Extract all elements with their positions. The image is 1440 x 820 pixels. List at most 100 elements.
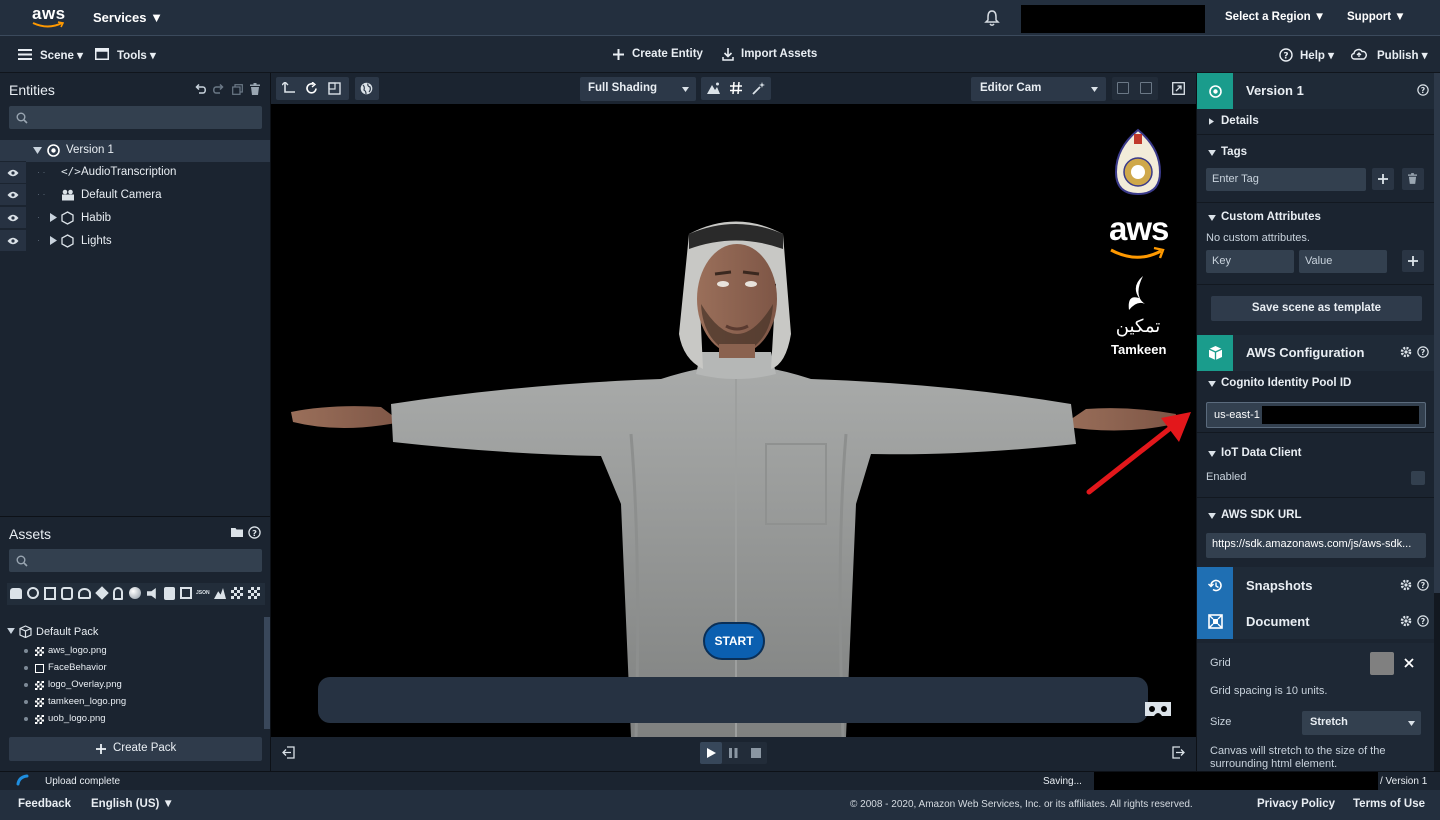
caret-right-icon[interactable]: [50, 236, 57, 245]
exit-right-icon[interactable]: [1172, 746, 1185, 759]
snapshots-header[interactable]: Snapshots ?: [1197, 567, 1435, 603]
filter-car-icon[interactable]: [10, 588, 22, 599]
tree-item-version-1[interactable]: Version 1: [0, 140, 270, 162]
tree-item-audiotranscription[interactable]: · · </> AudioTranscription: [0, 162, 270, 184]
magic-wand-icon[interactable]: [752, 82, 765, 95]
environment-mountain-icon[interactable]: [707, 82, 720, 94]
hamburger-icon[interactable]: [18, 49, 32, 60]
filter-audio-icon[interactable]: [147, 588, 156, 599]
grid-hash-icon[interactable]: [730, 82, 742, 94]
visibility-toggle[interactable]: [0, 230, 26, 252]
scene-viewport[interactable]: aws تمكين Tamkeen START: [271, 104, 1196, 737]
filter-image-grid-icon[interactable]: [231, 587, 243, 599]
asset-item[interactable]: uob_logo.png: [24, 712, 254, 728]
sdk-url-input[interactable]: https://sdk.amazonaws.com/js/aws-sdk...: [1206, 533, 1426, 558]
cognito-pool-id-input[interactable]: us-east-1: [1206, 402, 1426, 428]
trash-icon[interactable]: [244, 78, 266, 100]
frame-all-icon[interactable]: [1140, 82, 1152, 94]
caret-down-icon[interactable]: [1208, 215, 1216, 221]
assets-scrollbar[interactable]: [264, 617, 270, 729]
tree-item-default-camera[interactable]: · · Default Camera: [0, 184, 270, 206]
scene-breadcrumb[interactable]: / Version 1: [1380, 776, 1427, 787]
caret-down-icon[interactable]: [33, 147, 42, 154]
help-circle-icon[interactable]: ?: [1417, 579, 1429, 591]
tools-menu[interactable]: Tools ▾: [117, 48, 156, 62]
default-pack-label[interactable]: Default Pack: [36, 626, 98, 638]
close-icon[interactable]: [1404, 658, 1414, 668]
stop-icon[interactable]: [751, 748, 761, 758]
feedback-link[interactable]: Feedback: [18, 798, 71, 810]
help-circle-icon[interactable]: ?: [1417, 346, 1429, 358]
caret-down-icon[interactable]: [1208, 513, 1216, 519]
help-menu[interactable]: Help ▾: [1300, 48, 1334, 62]
camera-select[interactable]: Editor Cam: [971, 77, 1106, 101]
services-menu[interactable]: Services ▼: [93, 10, 163, 25]
filter-cube-icon[interactable]: [95, 586, 109, 600]
help-circle-icon[interactable]: ?: [1417, 84, 1429, 96]
notifications-bell-icon[interactable]: [984, 9, 1000, 27]
scale-tool-icon[interactable]: [328, 82, 341, 95]
world-space-toggle[interactable]: [355, 77, 379, 100]
shading-mode-select[interactable]: Full Shading: [580, 77, 696, 101]
folder-icon[interactable]: [231, 527, 243, 537]
pause-icon[interactable]: [729, 748, 738, 758]
filter-json-icon[interactable]: JSON: [196, 590, 210, 596]
filter-terrain-icon[interactable]: [214, 588, 226, 599]
filter-film-icon[interactable]: [44, 587, 56, 600]
caret-down-icon[interactable]: [1208, 451, 1216, 457]
support-menu[interactable]: Support ▼: [1347, 11, 1406, 23]
visibility-toggle[interactable]: [0, 184, 26, 206]
asset-item[interactable]: aws_logo.png: [24, 644, 254, 660]
size-select[interactable]: Stretch: [1302, 711, 1421, 735]
filter-texture-icon[interactable]: [248, 587, 260, 599]
attribute-key-input[interactable]: Key: [1206, 250, 1294, 273]
filter-script-icon[interactable]: [164, 587, 175, 600]
gear-icon[interactable]: [1400, 346, 1412, 358]
attribute-value-input[interactable]: Value: [1299, 250, 1387, 273]
exit-left-icon[interactable]: [282, 746, 295, 759]
region-selector[interactable]: Select a Region ▼: [1225, 11, 1325, 23]
create-entity-button[interactable]: Create Entity: [613, 47, 708, 63]
tag-input[interactable]: Enter Tag: [1206, 168, 1366, 191]
scroll-thumb[interactable]: [1434, 73, 1440, 593]
filter-material-icon[interactable]: [129, 587, 141, 599]
create-pack-button[interactable]: Create Pack: [9, 737, 262, 761]
publish-menu[interactable]: Publish ▾: [1377, 48, 1428, 62]
account-name-redacted[interactable]: [1021, 5, 1205, 33]
asset-item[interactable]: FaceBehavior: [24, 661, 254, 677]
asset-item[interactable]: logo_Overlay.png: [24, 678, 254, 694]
add-attribute-button[interactable]: [1402, 250, 1424, 272]
gear-icon[interactable]: [1400, 615, 1412, 627]
rotate-tool-icon[interactable]: [305, 82, 318, 95]
play-button[interactable]: [700, 742, 722, 764]
frame-selection-icon[interactable]: [1117, 82, 1129, 94]
tree-item-lights[interactable]: · Lights: [0, 230, 270, 252]
add-tag-button[interactable]: [1372, 168, 1394, 190]
inspector-scrollbar[interactable]: [1434, 73, 1440, 771]
filter-text-icon[interactable]: [180, 587, 192, 599]
entities-search-input[interactable]: [9, 106, 262, 129]
enabled-checkbox[interactable]: [1411, 471, 1425, 485]
privacy-policy-link[interactable]: Privacy Policy: [1257, 798, 1335, 810]
save-template-button[interactable]: Save scene as template: [1211, 296, 1422, 321]
language-selector[interactable]: English (US) ▼: [91, 798, 174, 810]
caret-down-icon[interactable]: [1208, 381, 1216, 387]
filter-sound-icon[interactable]: [27, 587, 39, 599]
vr-headset-icon[interactable]: [1144, 700, 1172, 718]
caret-down-icon[interactable]: [1208, 150, 1216, 156]
delete-tag-button[interactable]: [1402, 168, 1424, 190]
filter-skeleton-icon[interactable]: [78, 588, 91, 599]
tree-item-habib[interactable]: · Habib: [0, 207, 270, 229]
caret-down-icon[interactable]: [7, 628, 15, 634]
scene-menu[interactable]: Scene ▾: [40, 48, 83, 62]
aws-logo[interactable]: aws: [30, 4, 66, 30]
terms-of-use-link[interactable]: Terms of Use: [1353, 798, 1425, 810]
aws-configuration-header[interactable]: AWS Configuration ?: [1197, 335, 1435, 371]
filter-person-icon[interactable]: [113, 587, 123, 600]
grid-color-swatch[interactable]: [1370, 652, 1394, 675]
asset-item[interactable]: tamkeen_logo.png: [24, 695, 254, 711]
start-button[interactable]: START: [703, 622, 765, 660]
fullscreen-button[interactable]: [1167, 77, 1190, 100]
help-circle-icon[interactable]: ?: [1417, 615, 1429, 627]
document-header[interactable]: Document ?: [1197, 603, 1435, 639]
